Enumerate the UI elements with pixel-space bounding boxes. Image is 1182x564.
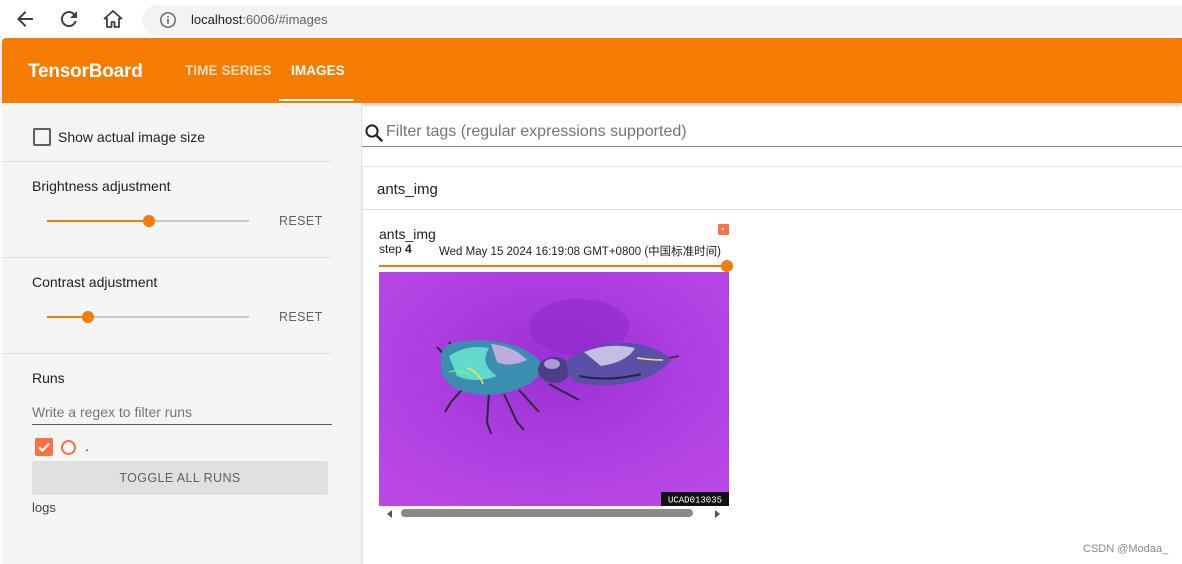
active-tab-indicator xyxy=(279,99,354,101)
toggle-all-runs-button[interactable]: TOGGLE ALL RUNS xyxy=(32,461,328,495)
scroll-right-arrow-icon[interactable] xyxy=(715,510,720,518)
run-color-chip xyxy=(718,224,729,235)
back-arrow-icon[interactable] xyxy=(13,7,37,31)
runs-title: Runs xyxy=(32,370,65,386)
actual-size-section: Show actual image size xyxy=(2,103,332,162)
brand-logo-text[interactable]: TensorBoard xyxy=(28,61,143,83)
checkmark-icon xyxy=(38,442,50,453)
step-slider-thumb[interactable] xyxy=(721,260,733,272)
brightness-slider-thumb[interactable] xyxy=(143,215,155,227)
home-icon[interactable] xyxy=(101,7,125,31)
image-card: ants_img step 4 Wed May 15 2024 16:19:08… xyxy=(362,210,1182,564)
address-bar[interactable]: localhost:6006/#images xyxy=(142,5,1182,35)
scrollbar-thumb[interactable] xyxy=(401,509,693,517)
url-path: :6006/#images xyxy=(242,12,328,27)
tag-filter-input[interactable] xyxy=(386,120,1176,144)
search-icon xyxy=(364,123,384,143)
show-actual-size-checkbox[interactable] xyxy=(33,128,51,146)
show-actual-size-label[interactable]: Show actual image size xyxy=(58,129,205,145)
brightness-section: Brightness adjustment RESET xyxy=(2,162,332,258)
watermark: CSDN @Modaa_ xyxy=(1083,543,1169,555)
step-slider-track[interactable] xyxy=(379,265,729,267)
run-name: . xyxy=(85,438,89,454)
image-card-title: ants_img xyxy=(379,226,436,242)
sidebar: Show actual image size Brightness adjust… xyxy=(2,103,362,564)
ant-image: UCAD013035 xyxy=(379,272,729,506)
browser-toolbar: localhost:6006/#images xyxy=(0,0,1182,38)
tab-time-series[interactable]: TIME SERIES xyxy=(185,63,272,78)
horizontal-scrollbar[interactable] xyxy=(379,508,729,520)
brightness-slider-fill xyxy=(47,220,149,222)
runs-regex-input[interactable] xyxy=(32,400,332,425)
contrast-label: Contrast adjustment xyxy=(32,274,158,290)
run-color-radio[interactable] xyxy=(61,440,76,455)
site-info-icon[interactable] xyxy=(159,11,177,29)
url-text: localhost:6006/#images xyxy=(191,12,328,27)
run-directory-label: logs xyxy=(32,500,56,515)
tag-group-title: ants_img xyxy=(377,181,438,198)
step-prefix: step xyxy=(379,242,402,256)
contrast-reset-button[interactable]: RESET xyxy=(279,310,323,324)
contrast-section: Contrast adjustment RESET xyxy=(2,258,332,354)
brightness-label: Brightness adjustment xyxy=(32,178,171,194)
step-value: 4 xyxy=(405,242,412,256)
tab-images[interactable]: IMAGES xyxy=(291,63,345,78)
scroll-left-arrow-icon[interactable] xyxy=(387,510,392,518)
contrast-slider-thumb[interactable] xyxy=(82,311,94,323)
brightness-reset-button[interactable]: RESET xyxy=(279,214,323,228)
app-header: TensorBoard TIME SERIES IMAGES xyxy=(2,38,1182,103)
tag-group-header[interactable]: ants_img xyxy=(362,166,1182,210)
reload-icon[interactable] xyxy=(57,7,81,31)
step-label: step 4 xyxy=(379,242,412,256)
timestamp: Wed May 15 2024 16:19:08 GMT+0800 (中国标准时… xyxy=(439,246,721,258)
run-checkbox[interactable] xyxy=(35,438,53,456)
image-id-text: UCAD013035 xyxy=(668,496,722,506)
url-host: localhost xyxy=(191,12,243,27)
ant-image-svg: UCAD013035 xyxy=(379,272,729,506)
tag-filter-bar xyxy=(362,112,1182,147)
